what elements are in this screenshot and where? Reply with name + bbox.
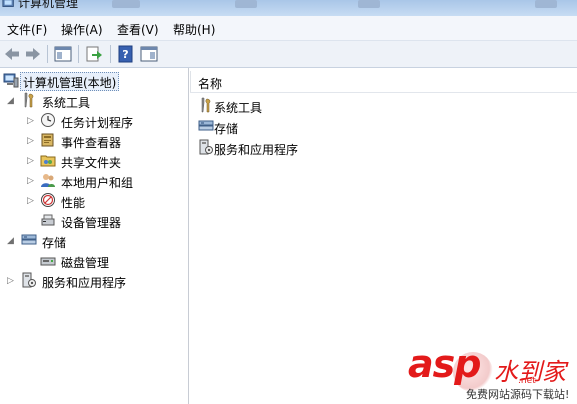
toolbar: ? bbox=[0, 41, 577, 68]
tree-item-label: 存储 bbox=[42, 236, 67, 250]
clock-icon bbox=[41, 113, 55, 127]
performance-icon bbox=[41, 193, 55, 207]
list-item-label: 系统工具 bbox=[214, 101, 263, 115]
list-item-system-tools[interactable]: 系统工具 bbox=[198, 97, 278, 115]
column-header-label: 名称 bbox=[198, 77, 223, 91]
storage-icon bbox=[21, 234, 37, 245]
tree-item-disk-management[interactable]: 磁盘管理 bbox=[40, 252, 150, 270]
tree-item-label: 设备管理器 bbox=[61, 216, 122, 230]
tree-item-label: 性能 bbox=[61, 196, 86, 210]
tree-item-performance[interactable]: ▷ 性能 bbox=[25, 192, 165, 210]
tree-item-label: 磁盘管理 bbox=[61, 256, 110, 270]
title-decor bbox=[112, 0, 140, 8]
tree-item-label: 本地用户和组 bbox=[61, 176, 134, 190]
column-divider bbox=[190, 71, 191, 92]
collapse-arrow-icon[interactable]: ◢ bbox=[7, 96, 14, 106]
tree-item-services-applications[interactable]: ▷ 服务和应用程序 bbox=[5, 272, 155, 290]
disk-management-icon bbox=[40, 257, 56, 266]
column-header-name[interactable]: 名称 bbox=[190, 71, 577, 93]
users-icon bbox=[41, 174, 55, 187]
tree-item-task-scheduler[interactable]: ▷ 任务计划程序 bbox=[25, 112, 165, 130]
back-icon[interactable] bbox=[2, 44, 22, 64]
watermark-tagline: 免费网站源码下载站! bbox=[466, 388, 570, 401]
window-title: 计算机管理 bbox=[18, 0, 79, 10]
help-icon[interactable]: ? bbox=[116, 44, 136, 64]
menu-action[interactable]: 操作(A) bbox=[61, 21, 103, 38]
tools-icon bbox=[24, 92, 34, 108]
tree-root-computer-management[interactable]: 计算机管理(本地) bbox=[3, 72, 123, 90]
tree-item-label: 系统工具 bbox=[42, 96, 91, 110]
expand-arrow-icon[interactable]: ▷ bbox=[27, 116, 34, 126]
tree-item-label: 共享文件夹 bbox=[61, 156, 122, 170]
toolbar-separator bbox=[47, 45, 48, 63]
expand-arrow-icon[interactable]: ▷ bbox=[27, 136, 34, 146]
storage-icon bbox=[198, 120, 214, 131]
watermark-logo: asp 水到家 .net 免费网站源码下载站! bbox=[408, 342, 574, 402]
toolbar-separator bbox=[110, 45, 111, 63]
title-decor bbox=[235, 0, 257, 8]
list-item-storage[interactable]: 存储 bbox=[198, 118, 258, 136]
tree-item-label: 任务计划程序 bbox=[61, 116, 134, 130]
expand-arrow-icon[interactable]: ▷ bbox=[27, 156, 34, 166]
menu-file[interactable]: 文件(F) bbox=[7, 21, 47, 38]
tools-icon bbox=[201, 97, 211, 113]
shared-folder-icon bbox=[40, 155, 56, 167]
services-applications-icon bbox=[22, 272, 36, 288]
tree-item-system-tools[interactable]: ◢ 系统工具 bbox=[5, 92, 115, 110]
watermark-brand: asp bbox=[408, 342, 481, 386]
show-hide-action-pane-icon[interactable] bbox=[139, 44, 159, 64]
title-bar: 计算机管理 bbox=[0, 0, 577, 16]
services-applications-icon bbox=[199, 139, 213, 155]
tree-item-label: 事件查看器 bbox=[61, 136, 122, 150]
tree-item-local-users-groups[interactable]: ▷ 本地用户和组 bbox=[25, 172, 165, 190]
expand-arrow-icon[interactable]: ▷ bbox=[27, 176, 34, 186]
watermark-domain: .net bbox=[518, 376, 536, 386]
collapse-arrow-icon[interactable]: ◢ bbox=[7, 236, 14, 246]
svg-text:?: ? bbox=[122, 48, 128, 61]
menu-view[interactable]: 查看(V) bbox=[117, 21, 159, 38]
expand-arrow-icon[interactable]: ▷ bbox=[7, 276, 14, 286]
export-list-icon[interactable] bbox=[84, 44, 104, 64]
title-decor bbox=[535, 0, 557, 8]
event-viewer-icon bbox=[41, 133, 54, 147]
tree-root-label: 计算机管理(本地) bbox=[23, 76, 117, 90]
tree-item-event-viewer[interactable]: ▷ 事件查看器 bbox=[25, 132, 165, 150]
tree-item-storage[interactable]: ◢ 存储 bbox=[5, 232, 105, 250]
expand-arrow-icon[interactable]: ▷ bbox=[27, 196, 34, 206]
menu-help[interactable]: 帮助(H) bbox=[173, 21, 215, 38]
show-hide-console-tree-icon[interactable] bbox=[53, 44, 73, 64]
forward-icon[interactable] bbox=[23, 44, 43, 64]
tree-item-device-manager[interactable]: 设备管理器 bbox=[40, 212, 170, 230]
list-item-services-applications[interactable]: 服务和应用程序 bbox=[198, 139, 308, 157]
list-item-label: 存储 bbox=[214, 122, 239, 136]
toolbar-separator bbox=[78, 45, 79, 63]
title-decor bbox=[358, 0, 380, 8]
computer-management-icon bbox=[2, 0, 14, 7]
computer-management-icon bbox=[3, 73, 19, 88]
tree-item-label: 服务和应用程序 bbox=[42, 276, 127, 290]
tree-item-shared-folders[interactable]: ▷ 共享文件夹 bbox=[25, 152, 165, 170]
list-item-label: 服务和应用程序 bbox=[214, 143, 299, 157]
device-manager-icon bbox=[41, 214, 55, 226]
menu-bar: 文件(F) 操作(A) 查看(V) 帮助(H) bbox=[0, 16, 577, 41]
